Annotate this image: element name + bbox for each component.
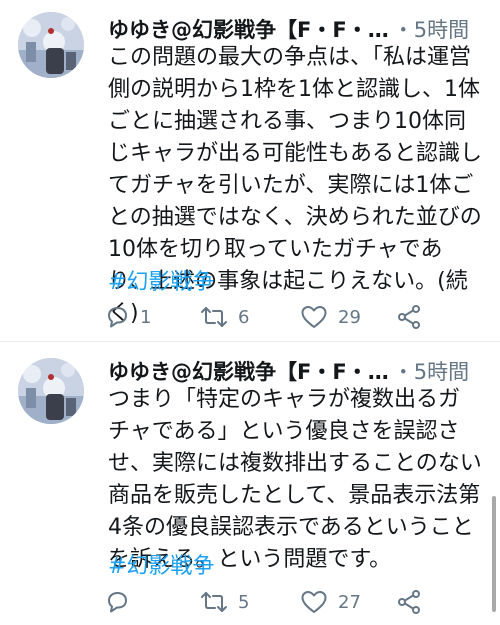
reply-button[interactable]: [104, 586, 140, 618]
retweet-icon: [200, 304, 228, 330]
timestamp[interactable]: 5時間: [414, 360, 469, 384]
separator-dot: ・: [392, 360, 414, 384]
like-icon: [300, 589, 328, 615]
retweet-icon: [200, 589, 228, 615]
reply-button[interactable]: 1: [104, 301, 151, 333]
tweet-header: ゆゆき@幻影戦争【F・F・… ・5時間: [108, 356, 484, 386]
tweet-actions: 1 6 29: [104, 301, 484, 333]
hashtag-link[interactable]: #幻影戦争: [108, 264, 214, 296]
share-icon: [396, 589, 422, 615]
tweet-actions: 5 27: [104, 586, 484, 618]
avatar[interactable]: [18, 12, 84, 78]
author-name[interactable]: ゆゆき@幻影戦争【F・F・…: [108, 14, 389, 44]
retweet-count: 5: [238, 591, 250, 613]
scrollbar[interactable]: [492, 496, 496, 612]
reply-count: 1: [140, 306, 152, 328]
retweet-button[interactable]: 5: [200, 586, 249, 618]
author-name[interactable]: ゆゆき@幻影戦争【F・F・…: [108, 356, 389, 386]
tweet[interactable]: ゆゆき@幻影戦争【F・F・… ・5時間 この問題の最大の争点は、「私は運営側の説明…: [0, 0, 500, 342]
reply-icon: [104, 589, 130, 615]
like-icon: [300, 304, 328, 330]
like-count: 29: [338, 306, 361, 328]
retweet-count: 6: [238, 306, 250, 328]
reply-icon: [104, 304, 130, 330]
share-icon: [396, 304, 422, 330]
like-button[interactable]: 27: [300, 586, 361, 618]
like-button[interactable]: 29: [300, 301, 361, 333]
timestamp[interactable]: 5時間: [414, 18, 469, 42]
hashtag-link[interactable]: #幻影戦争: [108, 548, 214, 580]
share-button[interactable]: [396, 301, 422, 333]
like-count: 27: [338, 591, 361, 613]
separator-dot: ・: [392, 18, 414, 42]
retweet-button[interactable]: 6: [200, 301, 249, 333]
tweet-header: ゆゆき@幻影戦争【F・F・… ・5時間: [108, 14, 484, 44]
share-button[interactable]: [396, 586, 422, 618]
timeline: ゆゆき@幻影戦争【F・F・… ・5時間 この問題の最大の争点は、「私は運営側の説明…: [0, 0, 500, 625]
tweet[interactable]: ゆゆき@幻影戦争【F・F・… ・5時間 つまり「特定のキャラが複数出るガチャである…: [0, 342, 500, 625]
avatar[interactable]: [18, 358, 84, 424]
